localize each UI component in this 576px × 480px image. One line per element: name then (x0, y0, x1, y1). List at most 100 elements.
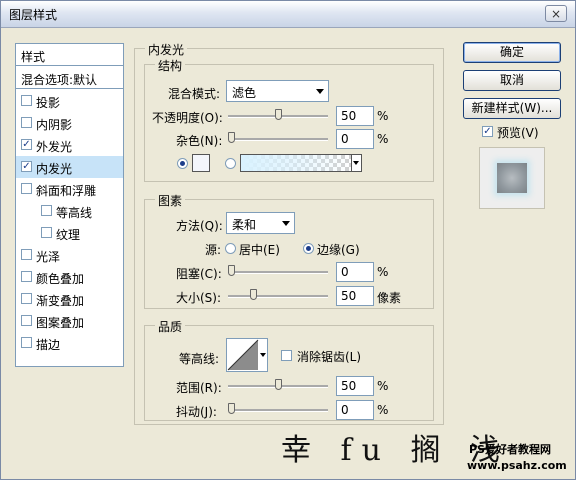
close-button[interactable]: × (545, 5, 567, 22)
styles-list: 样式 混合选项:默认 投影内阴影 ✓ 外发光 ✓ 内发光 斜面和浮雕等高线纹理 光泽颜色叠加… (15, 43, 124, 367)
choke-label: 阻塞(C): (176, 267, 222, 281)
style-item[interactable]: 纹理 (16, 222, 123, 244)
gradient-radio[interactable] (225, 158, 236, 169)
style-item-checkbox[interactable]: ✓ (21, 139, 32, 150)
slider-thumb[interactable] (228, 132, 235, 143)
structure-title: 结构 (155, 57, 186, 74)
style-item-checkbox[interactable] (21, 117, 32, 128)
slider-thumb[interactable] (250, 289, 257, 300)
range-value: 50 (341, 379, 357, 393)
chevron-down-icon (282, 221, 290, 226)
style-item[interactable]: 内阴影 (16, 112, 123, 134)
slider-thumb[interactable] (275, 109, 282, 120)
style-item-checkbox[interactable] (21, 183, 32, 194)
style-item-label: 外发光 (36, 140, 73, 154)
style-item[interactable]: 等高线 (16, 200, 123, 222)
style-item-checkbox[interactable] (21, 271, 32, 282)
slider-thumb[interactable] (228, 265, 235, 276)
new-style-button[interactable]: 新建样式(W)... (463, 98, 561, 119)
site-url-watermark: www.psahz.com (467, 459, 567, 472)
jitter-input[interactable]: 0 (336, 400, 374, 420)
opacity-label: 不透明度(O): (152, 111, 223, 125)
layer-style-dialog: 图层样式 × 样式 混合选项:默认 投影 内阴影 ✓ 外发光 ✓ 内发光 斜面和浮雕 等高线纹… (0, 0, 576, 480)
styles-header[interactable]: 样式 (16, 44, 123, 66)
slider-track (228, 271, 328, 274)
style-item[interactable]: 颜色叠加 (16, 266, 123, 288)
noise-slider[interactable] (228, 132, 328, 143)
cancel-button[interactable]: 取消 (463, 70, 561, 91)
style-item-label: 内阴影 (36, 118, 73, 132)
contour-dropdown[interactable] (259, 338, 268, 372)
size-input[interactable]: 50 (336, 286, 374, 306)
source-edge-label[interactable]: 边缘(G) (317, 241, 360, 258)
style-item-checkbox[interactable] (21, 315, 32, 326)
slider-track (228, 409, 328, 412)
elements-title: 图素 (155, 192, 186, 209)
style-item-checkbox[interactable]: ✓ (21, 161, 32, 172)
chevron-down-icon (260, 353, 266, 357)
blend-mode-label: 混合模式: (168, 87, 221, 101)
technique-value: 柔和 (232, 218, 257, 232)
gradient-dropdown[interactable] (352, 154, 362, 172)
preview-label[interactable]: 预览(V) (497, 124, 539, 141)
percent-unit: % (377, 132, 389, 146)
preview-checkbox[interactable]: ✓ (482, 126, 493, 137)
style-item-label: 渐变叠加 (36, 294, 85, 308)
style-item[interactable]: 渐变叠加 (16, 288, 123, 310)
solid-color-radio[interactable] (177, 158, 188, 169)
opacity-value: 50 (341, 109, 357, 123)
style-item-checkbox[interactable] (21, 293, 32, 304)
choke-input[interactable]: 0 (336, 262, 374, 282)
style-item[interactable]: 光泽 (16, 244, 123, 266)
style-preview (479, 147, 545, 209)
slider-thumb[interactable] (228, 403, 235, 414)
choke-slider[interactable] (228, 265, 328, 276)
gradient-swatch[interactable] (240, 154, 352, 172)
style-item-label: 颜色叠加 (36, 272, 85, 286)
range-input[interactable]: 50 (336, 376, 374, 396)
slider-thumb[interactable] (275, 379, 282, 390)
style-item[interactable]: 斜面和浮雕 (16, 178, 123, 200)
style-item[interactable]: 图案叠加 (16, 310, 123, 332)
quality-title: 品质 (155, 318, 186, 335)
slider-track (228, 138, 328, 141)
size-value: 50 (341, 289, 357, 303)
jitter-label: 抖动(J): (176, 405, 217, 419)
range-slider[interactable] (228, 379, 328, 390)
contour-picker[interactable] (226, 338, 260, 372)
jitter-slider[interactable] (228, 403, 328, 414)
ok-button[interactable]: 确定 (463, 42, 561, 63)
source-center-radio[interactable] (225, 243, 236, 254)
chevron-down-icon (316, 89, 324, 94)
contour-label: 等高线: (179, 352, 220, 366)
source-center-label[interactable]: 居中(E) (239, 241, 280, 258)
technique-select[interactable]: 柔和 (226, 212, 295, 234)
site-name-watermark: PS爱好者教程网 (469, 443, 551, 456)
antialias-checkbox[interactable] (281, 350, 292, 361)
blend-mode-select[interactable]: 滤色 (226, 80, 329, 102)
style-item[interactable]: 投影 (16, 90, 123, 112)
preview-thumbnail (497, 163, 527, 193)
opacity-slider[interactable] (228, 109, 328, 120)
percent-unit: % (377, 265, 389, 279)
style-item[interactable]: ✓ 内发光 (16, 156, 123, 178)
style-item[interactable]: 描边 (16, 332, 123, 354)
blend-options-item[interactable]: 混合选项:默认 (16, 67, 123, 89)
noise-input[interactable]: 0 (336, 129, 374, 149)
antialias-label[interactable]: 消除锯齿(L) (297, 348, 361, 365)
style-item-checkbox[interactable] (21, 337, 32, 348)
glow-color-swatch[interactable] (192, 154, 210, 172)
style-item-checkbox[interactable] (41, 227, 52, 238)
range-label: 范围(R): (176, 381, 222, 395)
blend-options-label: 混合选项:默认 (21, 73, 98, 87)
style-item-checkbox[interactable] (41, 205, 52, 216)
style-item-checkbox[interactable] (21, 249, 32, 260)
style-item-checkbox[interactable] (21, 95, 32, 106)
style-item-label: 等高线 (56, 206, 93, 220)
source-edge-radio[interactable] (303, 243, 314, 254)
noise-label: 杂色(N): (176, 134, 223, 148)
opacity-input[interactable]: 50 (336, 106, 374, 126)
panel-title: 内发光 (145, 41, 188, 58)
style-item[interactable]: ✓ 外发光 (16, 134, 123, 156)
size-slider[interactable] (228, 289, 328, 300)
